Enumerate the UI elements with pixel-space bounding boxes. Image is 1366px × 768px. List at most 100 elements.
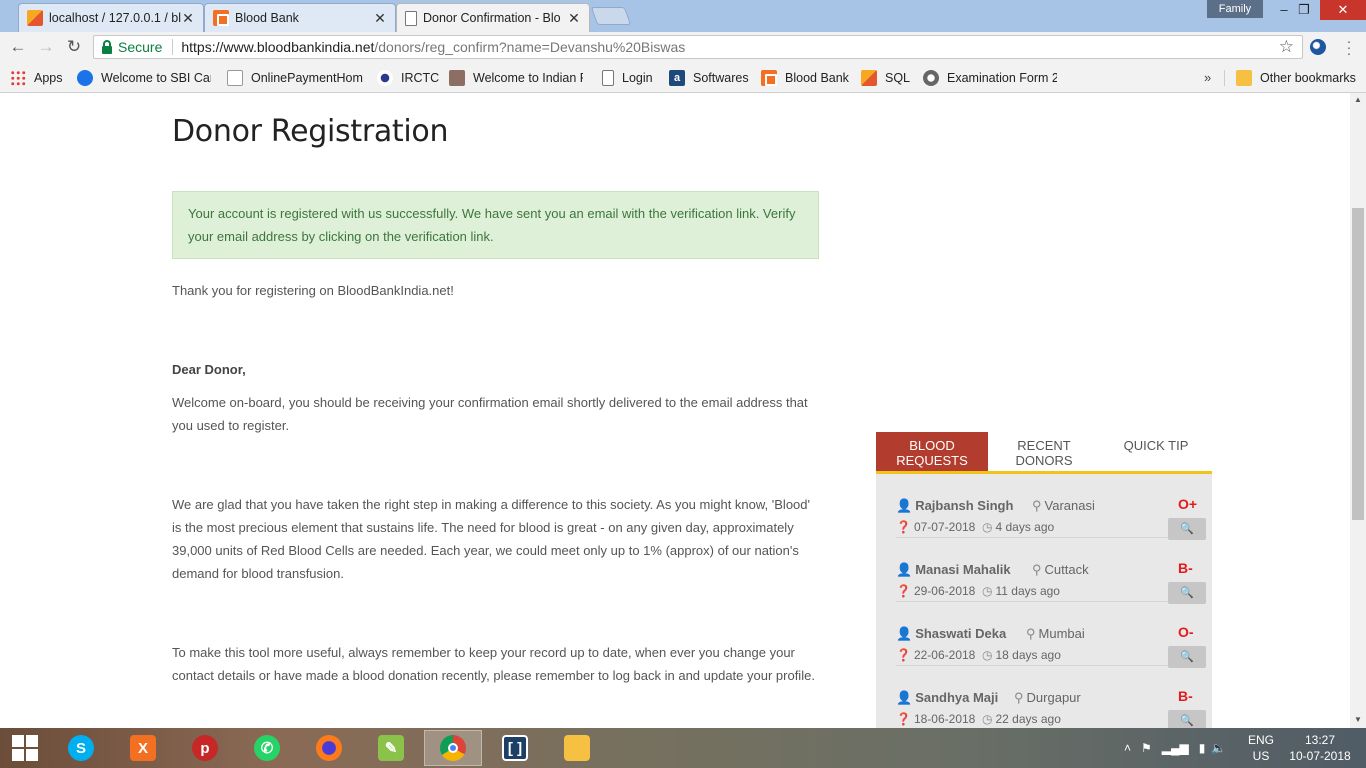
sbi-icon [77,70,93,86]
blood-group: B- [1178,688,1193,704]
scroll-down-icon[interactable]: ▼ [1350,713,1366,727]
bookmark-online-payment[interactable]: OnlinePaymentHom [227,70,363,86]
system-tray: ˄ ⚑ ▂▄▆ ▮ 🔈 [1124,728,1226,768]
request-date: ❓ 18-06-2018 [896,712,976,726]
taskbar-skype[interactable]: S [52,730,110,766]
bookmark-sql[interactable]: SQL [861,70,910,86]
network-icon[interactable]: ▂▄▆ [1162,741,1189,755]
flag-icon[interactable]: ⚑ [1141,741,1152,755]
requests-list: 👤 Rajbansh Singh ⚲ Varanasi ❓ 07-07-2018 ◷ 4… [876,474,1212,728]
url-path: /donors/reg_confirm?name=Devanshu%20Bisw… [374,39,686,55]
address-bar[interactable]: Secure https://www.bloodbankindia.net /d… [93,35,1303,59]
widget-tabs: BLOOD REQUESTS RECENT DONORS QUICK TIP [876,432,1212,474]
bookmark-sbi[interactable]: Welcome to SBI Carc [77,70,211,86]
scroll-up-icon[interactable]: ▲ [1350,93,1366,107]
requester-name: 👤 Shaswati Deka [896,626,1007,641]
back-button[interactable]: ← [8,37,28,57]
close-window-button[interactable]: ✕ [1320,0,1366,20]
divider [172,39,174,55]
windows-taskbar: S X p ✆ ✎ [ ] ˄ ⚑ ▂▄▆ ▮ 🔈 ENG US 13:27 1… [0,728,1366,768]
windows-logo-icon [12,735,38,761]
a-icon: a [669,70,685,86]
scroll-thumb[interactable] [1352,208,1364,520]
user-icon: 👤 [896,498,913,513]
restore-button[interactable]: ❐ [1290,0,1318,20]
ui-icon [227,70,243,86]
request-item: 👤 Sandhya Maji ⚲ Durgapur ❓ 18-06-2018 ◷ 22 … [896,666,1206,728]
thanks-text: Thank you for registering on BloodBankIn… [172,283,454,298]
view-request-button[interactable]: 🔍 [1168,646,1206,668]
request-age: ◷ 4 days ago [982,520,1055,534]
taskbar-file-explorer[interactable] [548,730,606,766]
clock[interactable]: 13:27 10-07-2018 [1288,732,1352,764]
search-icon: 🔍 [1180,651,1194,663]
whatsapp-icon: ✆ [254,735,280,761]
phpmyadmin-icon [861,70,877,86]
skype-icon: S [68,735,94,761]
start-button[interactable] [0,728,50,768]
bookmark-examination-form[interactable]: Examination Form 20 [923,70,1057,86]
tab-title: Donor Confirmation - Blo [423,11,561,25]
blood-importance-paragraph: We are glad that you have taken the righ… [172,497,810,581]
taskbar-firefox[interactable] [300,730,358,766]
taskbar-whatsapp[interactable]: ✆ [238,730,296,766]
tab-blood-bank[interactable]: Blood Bank ✕ [204,3,396,32]
menu-icon[interactable]: · · · [1342,34,1356,60]
tab-blood-requests[interactable]: BLOOD REQUESTS [876,432,988,471]
bookmark-login[interactable]: Login [602,70,653,86]
tab-donor-confirmation[interactable]: Donor Confirmation - Blo ✕ [396,3,590,32]
taskbar-xampp[interactable]: X [114,730,172,766]
folder-icon [1236,70,1252,86]
new-tab-button[interactable] [590,7,632,25]
url-host: https://www.bloodbankindia.net [181,39,375,55]
chrome-icon [440,735,466,761]
page-scrollbar[interactable]: ▲ ▼ [1350,93,1366,728]
bookmark-apps[interactable]: Apps [10,70,63,86]
other-bookmarks[interactable]: Other bookmarks [1236,70,1356,86]
reload-button[interactable]: ↻ [64,37,84,57]
view-request-button[interactable]: 🔍 [1168,518,1206,540]
bookmark-label: Apps [34,71,63,85]
taskbar-pdf[interactable]: p [176,730,234,766]
battery-icon[interactable]: ▮ [1199,741,1206,755]
bookmark-softwares[interactable]: a Softwares [669,70,749,86]
view-request-button[interactable]: 🔍 [1168,710,1206,728]
bookmark-label: Softwares [693,71,749,85]
bookmark-indian[interactable]: Welcome to Indian F [449,70,583,86]
extension-icon[interactable] [1310,39,1326,55]
tab-phpmyadmin[interactable]: localhost / 127.0.0.1 / blo ✕ [18,3,204,32]
bookmark-irctc[interactable]: IRCTC [377,70,439,86]
taskbar-chrome[interactable] [424,730,482,766]
request-age: ◷ 11 days ago [982,584,1060,598]
language-indicator[interactable]: ENG US [1244,732,1278,764]
show-hidden-icons-icon[interactable]: ˄ [1124,741,1131,755]
clock-icon: ◷ [982,712,993,726]
close-tab-icon[interactable]: ✕ [373,10,387,27]
view-request-button[interactable]: 🔍 [1168,582,1206,604]
close-tab-icon[interactable]: ✕ [567,10,581,27]
taskbar-brackets[interactable]: [ ] [486,730,544,766]
xampp-icon [213,10,229,26]
folder-icon [564,735,590,761]
user-icon: 👤 [896,626,913,641]
bookmarks-bar: Apps Welcome to SBI Carc OnlinePaymentHo… [0,62,1366,93]
requester-name: 👤 Sandhya Maji [896,690,999,705]
profile-badge[interactable]: Family [1207,0,1263,18]
forward-button[interactable]: → [36,37,56,57]
tab-quick-tip[interactable]: QUICK TIP [1100,432,1212,471]
xampp-icon: X [130,735,156,761]
volume-icon[interactable]: 🔈 [1211,741,1226,755]
request-age: ◷ 18 days ago [982,648,1061,662]
close-tab-icon[interactable]: ✕ [181,10,195,27]
more-bookmarks-button[interactable]: » [1204,70,1211,85]
bookmark-star-icon[interactable]: ☆ [1279,37,1294,57]
taskbar-notepad-plus[interactable]: ✎ [362,730,420,766]
request-date: ❓ 22-06-2018 [896,648,976,662]
question-icon: ❓ [896,712,911,726]
bookmark-blood-bank[interactable]: Blood Bank [761,70,849,86]
tab-recent-donors[interactable]: RECENT DONORS [988,432,1100,471]
clock-icon: ◷ [982,520,993,534]
bookmark-label: Blood Bank [785,71,849,85]
greeting-text: Dear Donor, [172,362,246,377]
request-location: ⚲ Varanasi [1032,498,1095,513]
